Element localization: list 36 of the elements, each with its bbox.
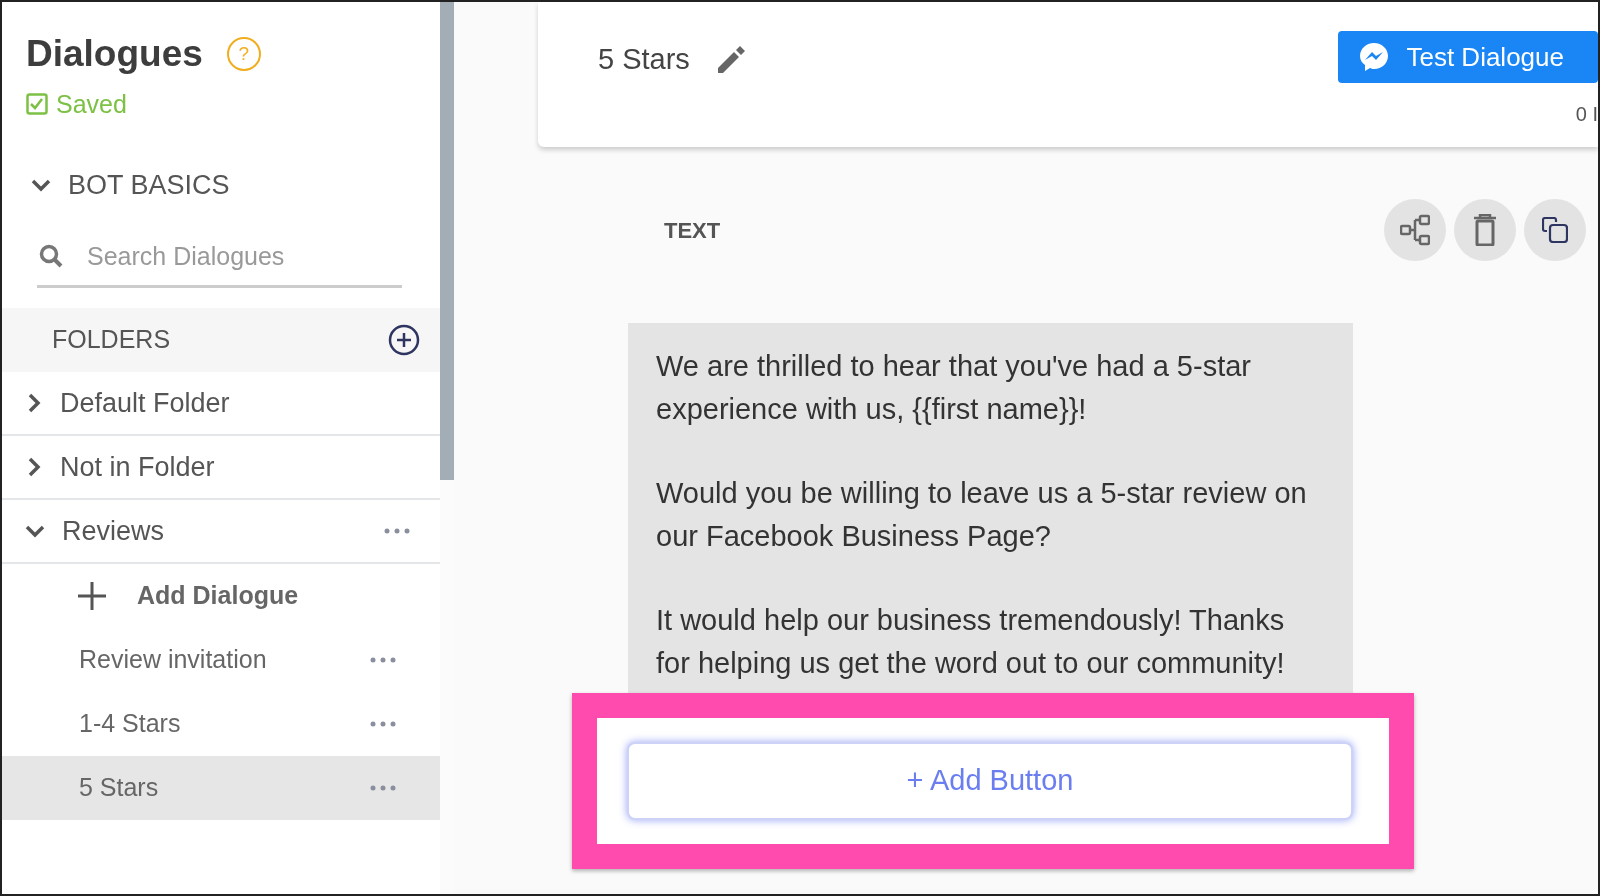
dialogue-title: 5 Stars xyxy=(598,42,690,77)
search-field[interactable]: Search Dialogues xyxy=(37,231,402,288)
counter-text: 0 I xyxy=(1575,102,1598,127)
folder-item[interactable]: Default Folder xyxy=(60,382,410,424)
more-menu-icon[interactable] xyxy=(370,657,396,663)
flowchart-icon xyxy=(1400,214,1430,246)
folder-item[interactable]: Reviews xyxy=(62,510,384,552)
folders-header: FOLDERS xyxy=(52,324,171,356)
messenger-icon xyxy=(1358,41,1391,73)
message-paragraph: It would help our business tremendously! Thanks for helping us get the word out to our community! xyxy=(656,603,1286,681)
dialogue-item[interactable]: 5 Stars xyxy=(2,756,440,820)
add-button[interactable]: + Add Button xyxy=(627,742,1353,820)
scrollbar-thumb[interactable] xyxy=(440,2,454,480)
search-icon xyxy=(39,243,63,268)
folder-item[interactable]: Not in Folder xyxy=(60,446,410,488)
add-dialogue-link[interactable]: Add Dialogue xyxy=(137,577,299,615)
page-title: Dialogues xyxy=(26,32,203,76)
dialogue-name: Review invitation xyxy=(79,644,268,676)
add-folder-icon[interactable] xyxy=(388,324,420,356)
plus-icon[interactable] xyxy=(77,581,107,611)
dialogue-item[interactable]: Review invitation xyxy=(2,628,440,692)
copy-icon xyxy=(1542,217,1568,243)
dialogue-name: 1-4 Stars xyxy=(79,708,182,740)
save-status: Saved xyxy=(56,88,127,120)
section-label: BOT BASICS xyxy=(68,169,230,202)
more-menu-icon[interactable] xyxy=(370,785,396,791)
block-type-label: TEXT xyxy=(664,216,721,245)
more-menu-icon[interactable] xyxy=(370,721,396,727)
checkbox-icon xyxy=(26,93,48,116)
dialogue-name: 5 Stars xyxy=(79,772,160,804)
dialogue-item[interactable]: 1-4 Stars xyxy=(2,692,440,756)
message-paragraph: Would you be willing to leave us a 5-star review on our Facebook Business Page? xyxy=(656,476,1308,554)
test-dialogue-button[interactable]: Test Dialogue xyxy=(1338,31,1598,83)
more-menu-icon[interactable] xyxy=(384,528,410,534)
trash-icon xyxy=(1472,214,1498,246)
message-paragraph: We are thrilled to hear that you've had a 5-star experience with us, {{first name}}! xyxy=(656,349,1252,427)
